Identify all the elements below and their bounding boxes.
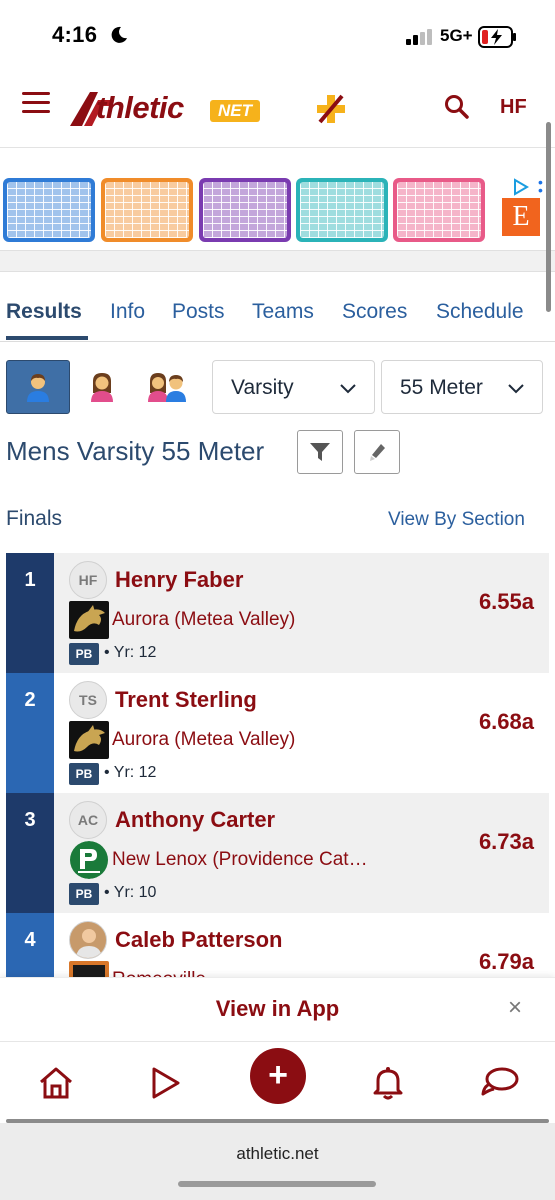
search-icon[interactable] <box>444 94 470 125</box>
tab-schedule[interactable]: Schedule <box>436 300 524 324</box>
ad-more-icon[interactable]: • • <box>538 175 543 197</box>
ad-image <box>101 178 193 242</box>
team-logo-providence <box>69 841 109 879</box>
ad-separator <box>0 250 555 272</box>
tab-info[interactable]: Info <box>110 300 145 324</box>
view-in-app-banner: View in App × <box>0 977 555 1041</box>
results-list: 1 HF Henry Faber Aurora (Metea Valley) P… <box>6 553 549 977</box>
athlete-year: • Yr: 12 <box>104 764 157 781</box>
tab-bar: Results Info Posts Teams Scores Schedule <box>0 290 555 342</box>
place-number: 1 <box>6 553 54 673</box>
both-genders-icon <box>148 373 186 402</box>
level-select[interactable]: Varsity <box>212 360 375 414</box>
logo-net-badge: NET <box>210 100 260 122</box>
highlighter-icon <box>370 444 385 461</box>
result-mark: 6.73a <box>478 829 534 854</box>
home-indicator[interactable] <box>178 1181 376 1187</box>
play-icon[interactable] <box>150 1066 182 1105</box>
result-mark: 6.79a <box>478 949 534 974</box>
all-genders-filter-button[interactable] <box>136 360 200 414</box>
scrollbar[interactable] <box>546 122 551 312</box>
menu-icon[interactable] <box>22 92 50 116</box>
avatar: AC <box>69 801 107 839</box>
ad-image <box>393 178 485 242</box>
tab-posts[interactable]: Posts <box>172 300 225 324</box>
level-select-value: Varsity <box>231 376 294 399</box>
browser-url-bar[interactable]: athletic.net <box>0 1123 555 1200</box>
athlete-name[interactable]: Trent Sterling <box>115 687 257 713</box>
table-row[interactable]: 4 Caleb Patterson Romeoville 6.79a <box>6 913 549 977</box>
female-icon <box>91 373 113 402</box>
ad-image <box>199 178 291 242</box>
logo-wordmark: thletic <box>96 90 184 125</box>
pb-badge: PB <box>69 883 99 905</box>
etsy-logo: E <box>502 198 540 236</box>
notifications-icon[interactable] <box>372 1066 404 1105</box>
team-logo-mustang <box>69 721 109 759</box>
table-row[interactable]: 1 HF Henry Faber Aurora (Metea Valley) P… <box>6 553 549 673</box>
table-row[interactable]: 3 AC Anthony Carter New Lenox (Providenc… <box>6 793 549 913</box>
app-header: thletic NET HF <box>0 72 555 148</box>
place-number: 4 <box>6 913 54 977</box>
tab-scores[interactable]: Scores <box>342 300 407 324</box>
athlete-year: • Yr: 12 <box>104 644 157 661</box>
status-bar: 4:16 5G+ <box>0 0 555 72</box>
result-mark: 6.55a <box>478 589 534 614</box>
mens-filter-button[interactable] <box>6 360 70 414</box>
tab-results[interactable]: Results <box>6 300 82 324</box>
place-number: 3 <box>6 793 54 913</box>
result-mark: 6.68a <box>478 709 534 734</box>
event-title: Mens Varsity 55 Meter <box>6 436 265 466</box>
team-name[interactable]: Aurora (Metea Valley) <box>112 729 295 751</box>
bottom-nav: + <box>0 1041 555 1123</box>
avatar: HF <box>69 561 107 599</box>
url-text[interactable]: athletic.net <box>0 1144 555 1164</box>
athlete-name[interactable]: Caleb Patterson <box>115 927 283 953</box>
filter-icon <box>310 443 330 461</box>
battery-icon <box>478 26 518 53</box>
athletic-net-logo[interactable]: thletic NET <box>68 86 350 130</box>
place-number: 2 <box>6 673 54 793</box>
ad-banner[interactable]: • • E <box>0 170 555 250</box>
pb-badge: PB <box>69 763 99 785</box>
moon-icon <box>110 26 128 49</box>
view-by-section-link[interactable]: View By Section <box>388 509 525 531</box>
signal-icon <box>406 29 434 50</box>
plus-logo-icon <box>317 94 345 124</box>
ad-image <box>296 178 388 242</box>
womens-filter-button[interactable] <box>70 360 134 414</box>
team-name[interactable]: Romeoville <box>112 969 206 977</box>
team-logo-mustang <box>69 601 109 639</box>
team-name[interactable]: New Lenox (Providence Cat… <box>112 849 368 871</box>
event-select[interactable]: 55 Meter <box>381 360 543 414</box>
home-icon[interactable] <box>38 1066 74 1105</box>
view-in-app-button[interactable]: View in App <box>0 996 555 1022</box>
network-label: 5G+ <box>440 26 473 45</box>
tab-teams[interactable]: Teams <box>252 300 314 324</box>
highlight-button[interactable] <box>354 430 400 474</box>
messages-icon[interactable] <box>480 1066 520 1105</box>
avatar: TS <box>69 681 107 719</box>
filter-button[interactable] <box>297 430 343 474</box>
table-row[interactable]: 2 TS Trent Sterling Aurora (Metea Valley… <box>6 673 549 793</box>
chevron-down-icon <box>508 381 524 399</box>
ad-image <box>3 178 95 242</box>
status-time: 4:16 <box>52 22 98 47</box>
team-name[interactable]: Aurora (Metea Valley) <box>112 609 295 631</box>
section-label: Finals <box>6 507 63 530</box>
chevron-down-icon <box>340 381 356 399</box>
active-tab-indicator <box>6 336 88 340</box>
male-icon <box>27 374 49 402</box>
athlete-name[interactable]: Anthony Carter <box>115 807 275 833</box>
pb-badge: PB <box>69 643 99 665</box>
team-logo-romeoville <box>69 961 109 977</box>
add-button[interactable]: + <box>250 1048 306 1104</box>
avatar <box>69 921 107 959</box>
user-avatar[interactable]: HF <box>500 96 527 119</box>
event-select-value: 55 Meter <box>400 376 483 399</box>
athlete-year: • Yr: 10 <box>104 884 157 901</box>
close-icon[interactable]: × <box>508 994 522 1022</box>
athlete-name[interactable]: Henry Faber <box>115 567 243 593</box>
